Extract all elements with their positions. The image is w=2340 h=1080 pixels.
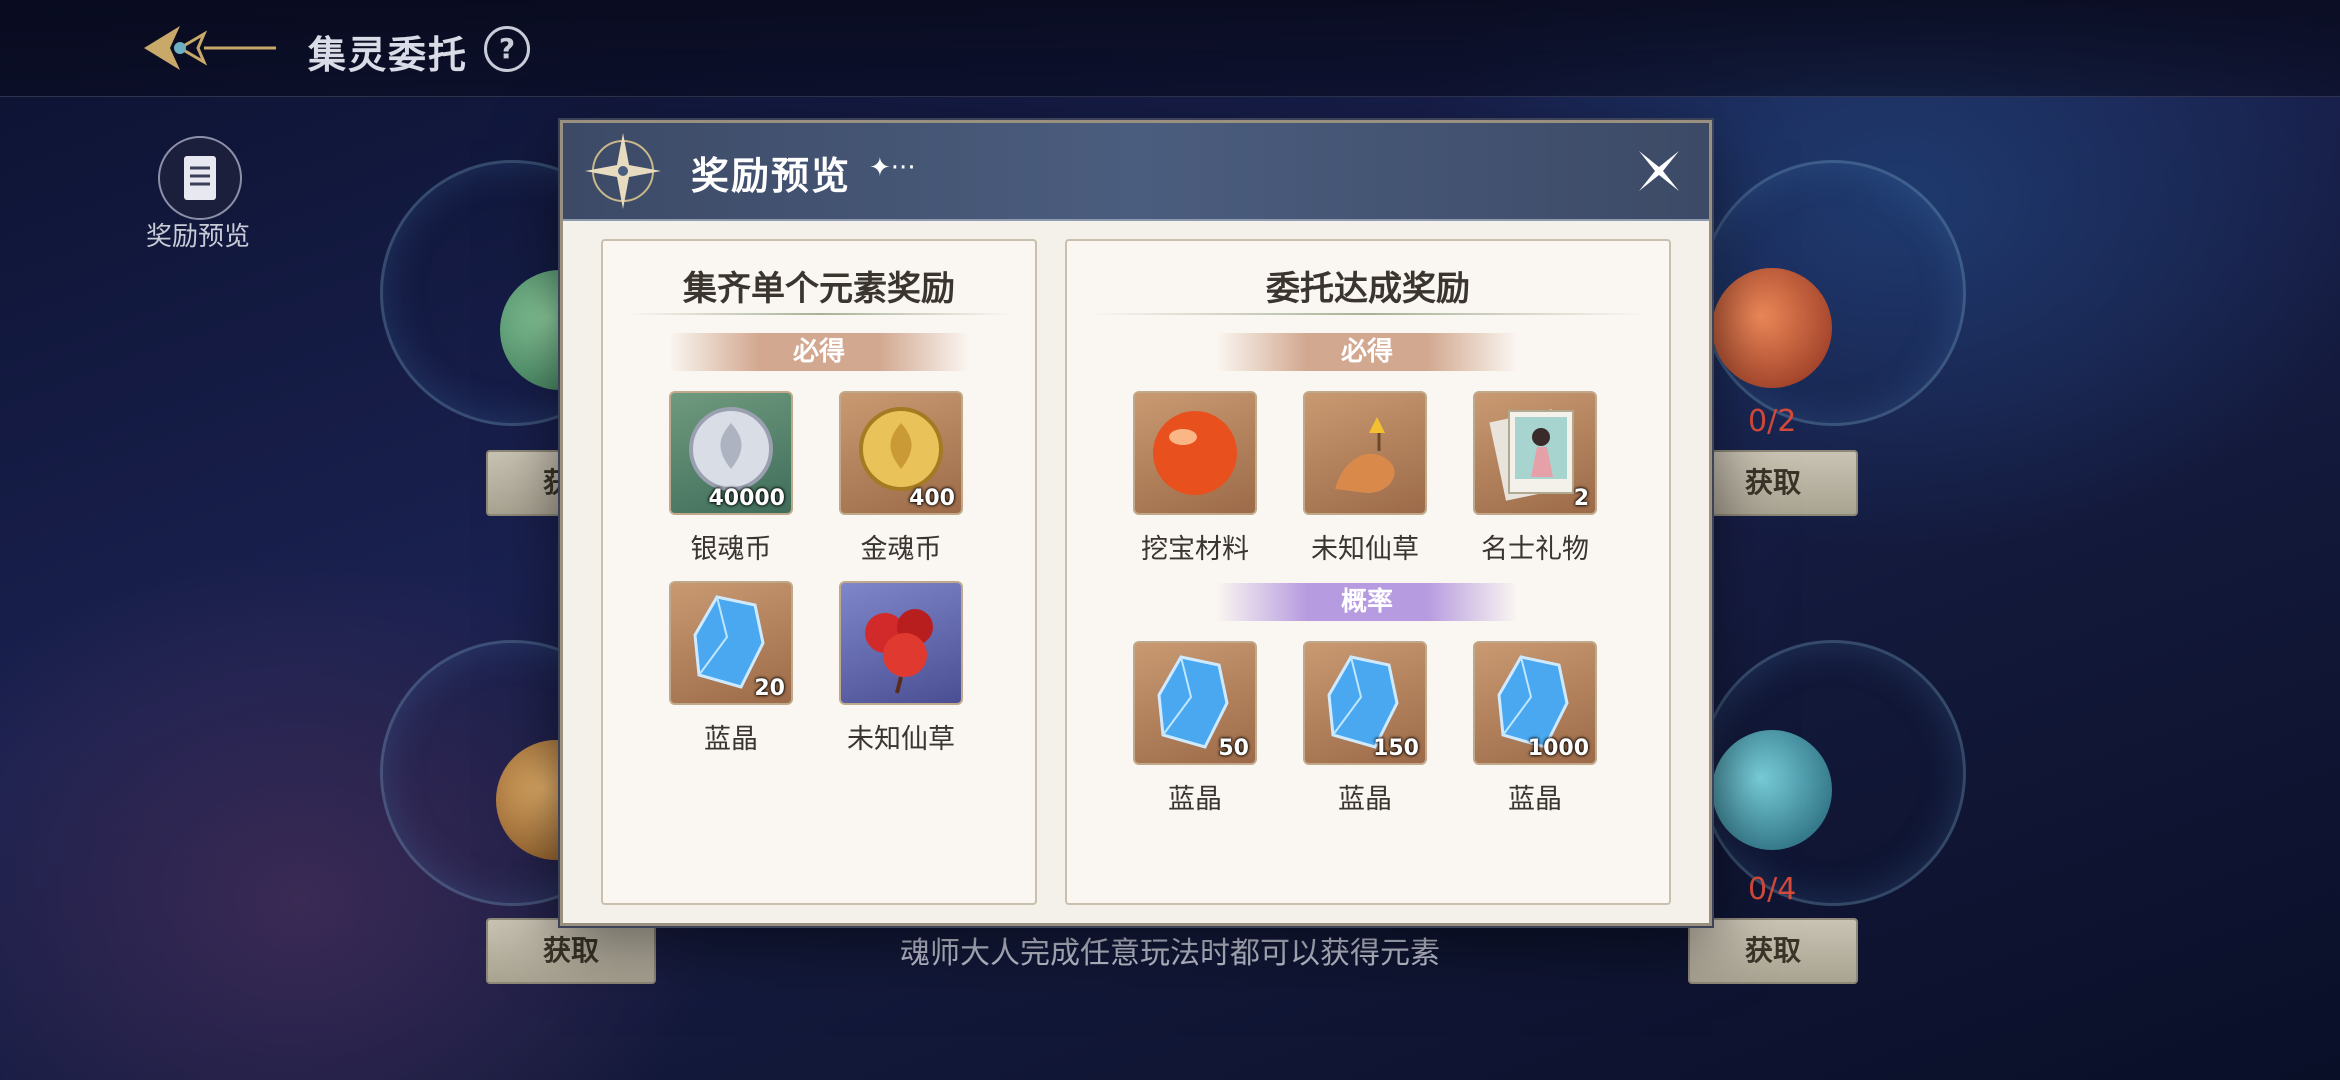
reward-item-unknown-herb[interactable]: 未知仙草 <box>1303 391 1427 566</box>
modal-header: 奖励预览 ✦··· <box>563 123 1709 221</box>
reward-item-blue-crystal[interactable]: 50 蓝晶 <box>1133 641 1257 816</box>
commission-reward-panel: 委托达成奖励 必得 挖宝材料 未知仙草 2 名士礼物 概率 50 蓝晶 150 … <box>1065 239 1671 905</box>
water-element-orb[interactable] <box>1712 730 1832 850</box>
item-name: 金魂币 <box>860 534 942 565</box>
title-sparkle-icon: ✦··· <box>869 153 916 183</box>
top-bar: 集灵委托 ? <box>0 0 2340 97</box>
guaranteed-tag: 必得 <box>1217 333 1517 371</box>
item-name: 未知仙草 <box>847 724 955 755</box>
get-button-bottom-left[interactable]: 获取 <box>486 918 656 984</box>
reward-preview-modal: 奖励预览 ✦··· 集齐单个元素奖励 必得 40000 银魂币 400 金魂币 … <box>560 120 1712 926</box>
guaranteed-tag: 必得 <box>669 333 969 371</box>
item-name: 挖宝材料 <box>1141 534 1249 565</box>
divider <box>627 313 1011 315</box>
get-button-bottom-right[interactable]: 获取 <box>1688 918 1858 984</box>
item-quantity: 1000 <box>1527 736 1589 761</box>
item-quantity: 400 <box>909 486 955 511</box>
reward-item-celebrity-gift[interactable]: 2 名士礼物 <box>1473 391 1597 566</box>
red-herb-icon <box>865 609 933 694</box>
compass-star-icon <box>585 133 661 209</box>
item-name: 蓝晶 <box>1508 784 1562 815</box>
item-quantity: 20 <box>754 676 785 701</box>
reward-item-blue-crystal[interactable]: 150 蓝晶 <box>1303 641 1427 816</box>
item-quantity: 50 <box>1218 736 1249 761</box>
document-icon <box>184 156 216 200</box>
probability-tag: 概率 <box>1217 583 1517 621</box>
reward-item-blue-crystal[interactable]: 20 蓝晶 <box>669 581 793 756</box>
item-name: 蓝晶 <box>1338 784 1392 815</box>
divider <box>1091 313 1645 315</box>
fire-element-orb[interactable] <box>1712 268 1832 388</box>
single-element-reward-panel: 集齐单个元素奖励 必得 40000 银魂币 400 金魂币 20 蓝晶 未知仙草 <box>601 239 1037 905</box>
fox-herb-icon <box>1335 417 1395 493</box>
page-title: 集灵委托 <box>308 33 469 77</box>
fire-orb-icon <box>1153 411 1237 495</box>
item-quantity: 40000 <box>708 486 785 511</box>
item-name: 未知仙草 <box>1311 534 1419 565</box>
reward-preview-button[interactable] <box>158 136 242 220</box>
reward-preview-label: 奖励预览 <box>145 222 250 252</box>
item-name: 蓝晶 <box>704 724 758 755</box>
modal-title: 奖励预览 <box>691 154 852 198</box>
back-arrow-icon[interactable] <box>140 20 280 76</box>
water-element-count: 0/4 <box>1748 872 1797 907</box>
reward-item-unknown-herb[interactable]: 未知仙草 <box>839 581 963 756</box>
get-button-top-right[interactable]: 获取 <box>1688 450 1858 516</box>
reward-item-blue-crystal[interactable]: 1000 蓝晶 <box>1473 641 1597 816</box>
item-name: 名士礼物 <box>1481 534 1589 565</box>
fire-element-count: 0/2 <box>1748 404 1797 439</box>
item-name: 蓝晶 <box>1168 784 1222 815</box>
item-quantity: 150 <box>1373 736 1419 761</box>
reward-item-treasure-material[interactable]: 挖宝材料 <box>1133 391 1257 566</box>
help-icon[interactable]: ? <box>484 26 530 72</box>
reward-item-silver-coin[interactable]: 40000 银魂币 <box>669 391 793 566</box>
item-name: 银魂币 <box>690 534 772 565</box>
item-quantity: 2 <box>1573 486 1589 511</box>
panel-title: 委托达成奖励 <box>1266 269 1470 309</box>
footer-hint: 魂师大人完成任意玩法时都可以获得元素 <box>900 936 1440 971</box>
panel-title: 集齐单个元素奖励 <box>683 269 955 309</box>
close-icon[interactable] <box>1635 147 1683 195</box>
reward-item-gold-coin[interactable]: 400 金魂币 <box>839 391 963 566</box>
